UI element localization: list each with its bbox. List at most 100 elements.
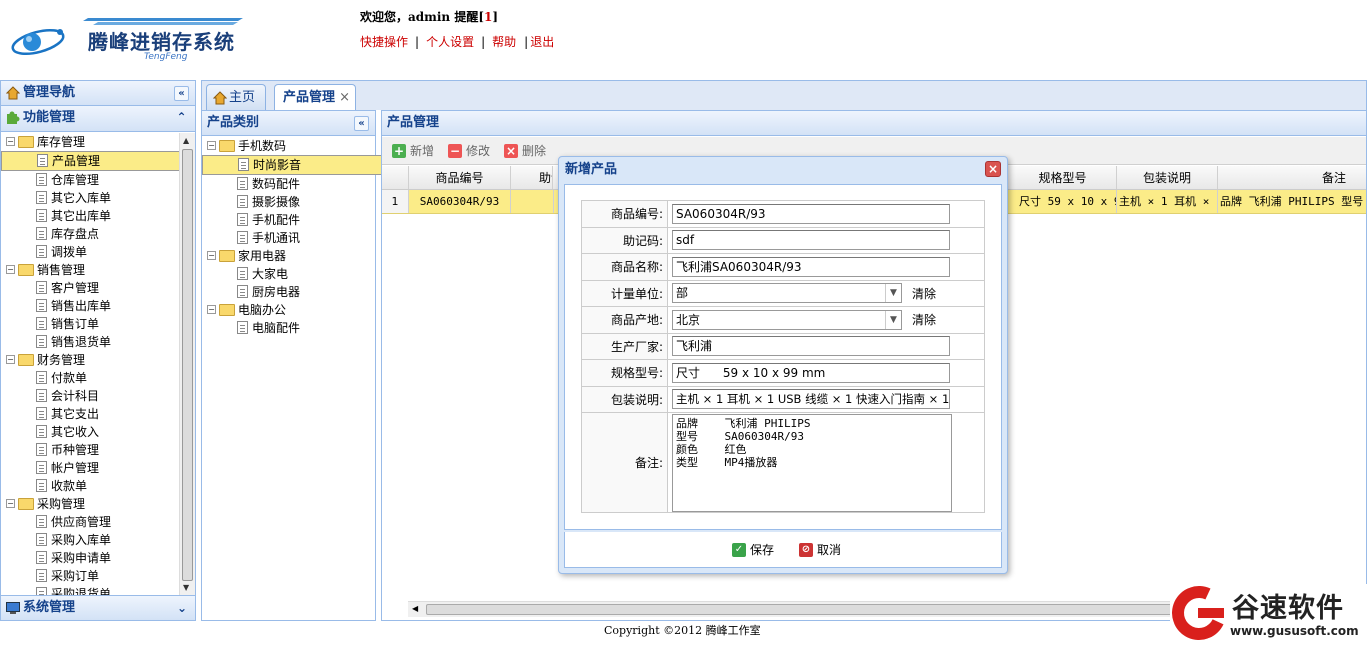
- tree-leaf[interactable]: 会计科目: [1, 387, 195, 405]
- tree-leaf[interactable]: 客户管理: [1, 279, 195, 297]
- tree-folder[interactable]: − 家用电器: [202, 247, 375, 265]
- cancel-label: 取消: [817, 543, 842, 557]
- collapse-toggle-icon[interactable]: −: [6, 265, 15, 274]
- tree-leaf[interactable]: 采购退货单: [1, 585, 195, 595]
- code-input[interactable]: SA060304R/93: [672, 203, 950, 224]
- watermark-url: www.gususoft.com: [1230, 624, 1359, 638]
- tree-leaf[interactable]: 厨房电器: [202, 283, 375, 301]
- add-product-dialog: 新增产品 × 商品编号: SA060304R/93 助记码: sdf 商品名称: 飞利…: [558, 156, 1008, 574]
- chevron-down-icon[interactable]: ▼: [885, 310, 901, 329]
- document-icon: [36, 173, 47, 186]
- delete-button[interactable]: × 删除: [504, 143, 546, 159]
- spec-input[interactable]: 尺寸 59 x 10 x 99 mm: [672, 362, 950, 383]
- unit-select[interactable]: 部 ▼: [672, 283, 902, 304]
- tree-leaf[interactable]: 其它入库单: [1, 189, 195, 207]
- origin-select[interactable]: 北京 ▼: [672, 309, 902, 330]
- collapse-toggle-icon[interactable]: −: [207, 251, 216, 260]
- personal-settings-link[interactable]: 个人设置: [426, 35, 474, 49]
- save-button[interactable]: ✓ 保存: [732, 542, 774, 558]
- help-link[interactable]: 帮助: [492, 35, 516, 49]
- maker-input[interactable]: 飞利浦: [672, 336, 950, 357]
- tree-item-label: 库存管理: [37, 135, 86, 149]
- column-header[interactable]: 商品编号: [409, 166, 511, 189]
- tree-folder[interactable]: − 财务管理: [1, 351, 195, 369]
- system-section-header[interactable]: 系统管理 ⌄: [1, 595, 195, 620]
- collapse-toggle-icon[interactable]: −: [6, 355, 15, 364]
- collapse-category-button[interactable]: «: [354, 116, 369, 131]
- function-section-header[interactable]: 功能管理 ⌃: [1, 106, 195, 132]
- chevron-up-icon[interactable]: ⌃: [174, 111, 189, 126]
- scroll-up-arrow[interactable]: ▲: [183, 136, 189, 145]
- chevron-down-icon[interactable]: ⌄: [177, 596, 187, 620]
- tree-leaf[interactable]: 手机通讯: [202, 229, 375, 247]
- column-header[interactable]: 规格型号: [1009, 166, 1117, 189]
- tree-leaf[interactable]: 电脑配件: [202, 319, 375, 337]
- clear-unit-link[interactable]: 清除: [912, 285, 936, 302]
- tree-leaf[interactable]: 收款单: [1, 477, 195, 495]
- tree-leaf[interactable]: 其它出库单: [1, 207, 195, 225]
- tree-leaf[interactable]: 大家电: [202, 265, 375, 283]
- tree-leaf[interactable]: 销售退货单: [1, 333, 195, 351]
- collapse-toggle-icon[interactable]: −: [6, 137, 15, 146]
- tree-leaf[interactable]: 调拨单: [1, 243, 195, 261]
- column-header[interactable]: 包装说明: [1117, 166, 1218, 189]
- cancel-button[interactable]: ⊘ 取消: [799, 542, 841, 558]
- tree-leaf[interactable]: 帐户管理: [1, 459, 195, 477]
- tree-leaf[interactable]: 其它支出: [1, 405, 195, 423]
- tree-leaf[interactable]: 库存盘点: [1, 225, 195, 243]
- column-header[interactable]: 助记: [511, 166, 553, 189]
- unit-label: 计量单位:: [581, 279, 668, 307]
- tree-folder[interactable]: − 库存管理: [1, 133, 195, 151]
- tree-leaf[interactable]: 采购入库单: [1, 531, 195, 549]
- tree-leaf[interactable]: 销售出库单: [1, 297, 195, 315]
- collapse-nav-button[interactable]: «: [174, 86, 189, 101]
- tree-leaf[interactable]: 供应商管理: [1, 513, 195, 531]
- add-button[interactable]: + 新增: [392, 143, 434, 159]
- folder-icon: [219, 140, 235, 152]
- tree-leaf[interactable]: 摄影摄像: [202, 193, 375, 211]
- tab-product-management[interactable]: 产品管理 ×: [274, 84, 356, 112]
- code-label: 商品编号:: [581, 200, 668, 228]
- tree-leaf[interactable]: 产品管理: [1, 151, 195, 171]
- tab-home[interactable]: 主页: [206, 84, 266, 111]
- tree-item-label: 电脑配件: [252, 321, 301, 335]
- tab-home-label: 主页: [229, 90, 256, 105]
- nav-scrollbar[interactable]: ▲ ▼: [179, 133, 195, 595]
- package-input[interactable]: 主机 × 1 耳机 × 1 USB 线缆 × 1 快速入门指南 × 1: [672, 389, 950, 410]
- tree-leaf[interactable]: 仓库管理: [1, 171, 195, 189]
- tree-leaf[interactable]: 币种管理: [1, 441, 195, 459]
- remark-textarea[interactable]: 品牌 飞利浦 PHILIPS 型号 SA060304R/93 颜色 红色 类型 …: [672, 413, 952, 512]
- chevron-down-icon[interactable]: ▼: [885, 284, 901, 303]
- logout-link[interactable]: 退出: [530, 35, 554, 49]
- collapse-toggle-icon[interactable]: −: [207, 141, 216, 150]
- tree-item-label: 销售订单: [51, 317, 100, 331]
- tree-leaf[interactable]: 采购订单: [1, 567, 195, 585]
- tree-leaf[interactable]: 数码配件: [202, 175, 375, 193]
- tree-folder[interactable]: − 电脑办公: [202, 301, 375, 319]
- tree-leaf[interactable]: 其它收入: [1, 423, 195, 441]
- collapse-toggle-icon[interactable]: −: [6, 499, 15, 508]
- tree-leaf[interactable]: 采购申请单: [1, 549, 195, 567]
- tree-folder[interactable]: − 采购管理: [1, 495, 195, 513]
- scroll-left-arrow[interactable]: ◀: [412, 604, 418, 613]
- minus-icon: −: [448, 144, 462, 158]
- tree-leaf[interactable]: 付款单: [1, 369, 195, 387]
- watermark-text: 谷速软件: [1232, 593, 1344, 624]
- quick-actions-link[interactable]: 快捷操作: [360, 35, 408, 49]
- tree-folder[interactable]: − 销售管理: [1, 261, 195, 279]
- column-header[interactable]: 备注: [1218, 166, 1366, 189]
- mnemonic-input[interactable]: sdf: [672, 230, 950, 251]
- category-header: 产品类别 «: [202, 111, 375, 136]
- tree-folder[interactable]: − 手机数码: [202, 137, 375, 155]
- scroll-thumb[interactable]: [182, 149, 193, 581]
- name-input[interactable]: 飞利浦SA060304R/93: [672, 256, 950, 277]
- collapse-toggle-icon[interactable]: −: [207, 305, 216, 314]
- delete-icon: ×: [504, 144, 518, 158]
- tree-leaf[interactable]: 手机配件: [202, 211, 375, 229]
- tree-leaf[interactable]: 销售订单: [1, 315, 195, 333]
- close-icon[interactable]: ×: [985, 161, 1001, 177]
- clear-origin-link[interactable]: 清除: [912, 311, 936, 328]
- edit-button[interactable]: − 修改: [448, 143, 490, 159]
- scroll-down-arrow[interactable]: ▼: [183, 583, 189, 592]
- close-tab-icon[interactable]: ×: [339, 85, 350, 110]
